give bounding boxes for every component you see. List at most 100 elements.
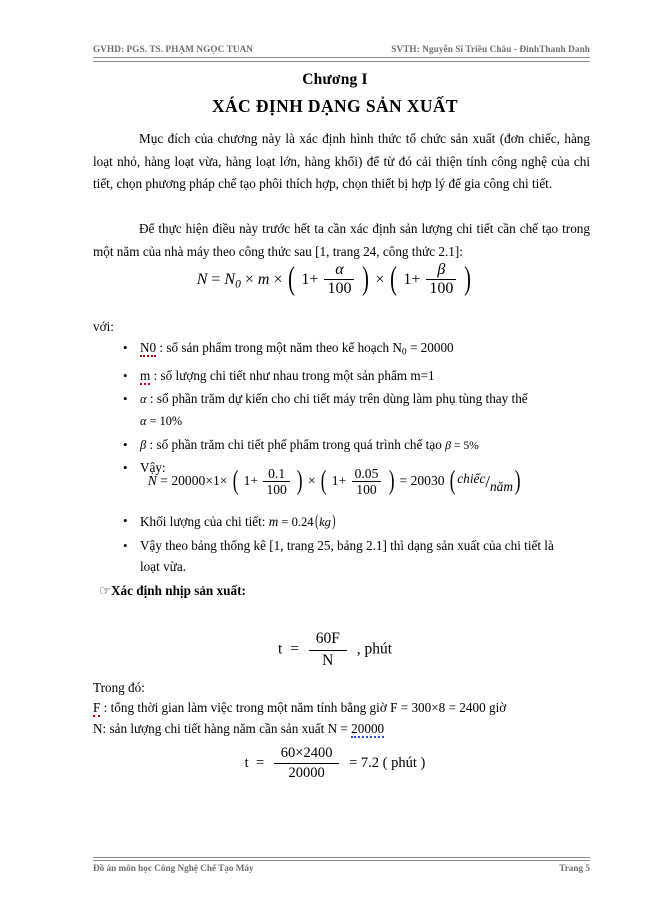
bullet-dot-icon: • [123,390,128,406]
bullet-dot-icon: • [123,513,128,528]
header-left-text: GVHD: PGS. TS. PHẠM NGỌC TUAN [93,44,254,54]
section-heading-label: Xác định nhịp sản xuất: [111,583,246,598]
fraction-alpha: α 100 [324,261,355,298]
bullet-symbol-n0: N0 [140,340,157,357]
document-page: GVHD: PGS. TS. PHẠM NGỌC TUAN SVTH: Nguy… [0,0,670,922]
section-heading-nhip-san-xuat: ☜Xác định nhịp sản xuất: [93,583,246,599]
fraction-takt-denominator: N [308,649,347,671]
numeric-equals: = [160,473,168,489]
fraction-beta-numerator: β [437,261,446,279]
paren-open-5: ( [449,465,456,497]
bullet-conclusion-text: Vậy theo bảng thống kê [1, trang 25, bản… [140,537,554,553]
formula-production-volume: N = N0 × m × ( 1+ α 100 ) × ( 1+ β 100 ) [0,261,670,299]
bullet-dot-icon: • [123,340,128,355]
paren-close-5: ) [514,465,521,497]
paren-open-2: ( [390,261,398,298]
paragraph-purpose-text: Mục đích của chương này là xác định hình… [93,131,590,191]
numeric-lhs: N [147,473,157,489]
variable-definition-list: • N0 : số sản phẩm trong một năm theo kế… [93,337,590,480]
bullet-alpha-value: = 10% [146,414,183,429]
numeric-times-2: × [219,473,228,489]
fraction-alpha-numeric: 0.1 100 [263,465,290,497]
formula-takt-time-numeric: t = 60×2400 20000 = 7.2 ( phút ) [0,745,670,783]
numeric-result-equals: = [399,473,408,489]
paren-open-6: ( [314,511,318,530]
bullet-mass-label: Khối lượng của chi tiết: [140,514,269,529]
paragraph-purpose: Mục đích của chương này là xác định hình… [93,128,590,196]
hand-pointer-icon: ☜ [99,583,111,598]
fraction-beta: β 100 [426,261,457,298]
numeric-result: 20030 [410,473,445,489]
bullet-alpha-desc: : số phần trăm dự kiến cho chi tiết máy … [146,390,528,406]
formula-equals: = [211,271,221,289]
unit-chiec-per-nam: chiếc/năm [457,471,513,494]
paren-close-4: ) [388,465,395,497]
list-item: • α : số phần trăm dự kiến cho chi tiết … [93,388,590,433]
takt-numeric-unit: ( phút ) [382,755,426,772]
bullet-n0-tail: = 20000 [406,340,454,355]
bullet-mass-unit: kg [319,515,331,529]
paren-open-3: ( [232,465,239,497]
bullet-alpha-value-line: α = 10% [140,410,590,433]
paren-close-3: ) [297,465,303,497]
bullet-dot-icon: • [123,537,128,553]
bullet-m-desc: : số lượng chi tiết như nhau trong một s… [150,368,435,384]
fraction-alpha-numeric-num: 0.1 [268,465,286,481]
fraction-takt-numeric-num: 60×2400 [280,745,333,761]
numeric-times-3: × [307,473,316,489]
fraction-beta-numeric-num: 0.05 [354,465,379,481]
result-list: • Khối lượng của chi tiết: m = 0.24(kg) … [93,510,590,579]
footer-page-number: Trang 5 [559,863,590,873]
list-item: • Vậy theo bảng thống kê [1, trang 25, b… [93,535,590,578]
formula-lhs: N [196,271,208,289]
fraction-takt-numerator: 60F [315,630,340,647]
bullet-alpha-symbol-2: α [140,414,147,429]
fraction-takt: 60F N [308,630,347,671]
formula-production-volume-numeric: N = 20000×1× ( 1+ 0.1 100 ) × ( 1+ 0.05 … [0,465,670,498]
list-item: • N0 : số sản phẩm trong một năm theo kế… [93,337,590,364]
list-item: • m : số lượng chi tiết như nhau trong m… [93,365,590,387]
label-voi: với: [93,319,114,334]
page-header: GVHD: PGS. TS. PHẠM NGỌC TUAN SVTH: Nguy… [93,44,590,58]
label-trong-do: Trong đó: [93,680,145,695]
bullet-symbol-m-text: m [140,368,151,384]
footer-rule-bottom [93,860,590,861]
bullet-dot-icon: • [123,436,128,452]
formula-n0-subscript: 0 [235,278,241,291]
paren-open-1: ( [288,261,296,298]
takt-lhs: t [278,640,283,658]
footer-left-text: Đồ án môn học Công Nghệ Chế Tạo Máy [93,863,254,873]
bullet-mass-symbol: m [268,514,279,529]
formula-one-plus-b: 1+ [403,271,421,289]
takt-equals: = [290,640,299,658]
numeric-times-1: × [205,473,213,489]
fraction-beta-numeric: 0.05 100 [351,465,382,497]
bullet-dot-icon: • [123,368,128,384]
definition-N-value-text: 20000 [351,721,385,736]
formula-one-plus-a: 1+ [301,271,319,289]
bullet-beta-value: = 5% [451,438,479,452]
bullet-conclusion-cont: loạt vừa. [140,559,186,574]
header-right-text: SVTH: Nguyễn Sĩ Triều Châu - ĐinhThanh D… [391,44,590,54]
formula-n0: N [224,271,236,289]
definition-N-value: 20000 [351,721,385,738]
formula-times-3: × [375,271,385,289]
paren-close-1: ) [362,261,370,298]
bullet-symbol-alpha: α [140,391,147,406]
takt-numeric-result: = 7.2 [349,755,380,772]
takt-numeric-equals: = [255,755,265,772]
unit-numerator: chiếc [457,471,486,487]
takt-numeric-lhs: t [244,755,249,772]
definition-line-N: N: sản lượng chi tiết hàng năm cần sản x… [93,718,385,739]
footer-rule-top [93,857,590,858]
bullet-symbol-n0-text: N0 [140,340,157,355]
formula-takt-time: t = 60F N , phút [0,630,670,670]
bullet-mass-value: = 0.24 [278,515,314,529]
paren-open-4: ( [320,465,327,497]
paren-close-2: ) [464,261,472,298]
definition-line-F: F : tổng thời gian làm việc trong một nă… [93,697,506,718]
unit-denominator: năm [490,478,513,494]
list-item: • β : số phần trăm chi tiết phế phẩm tro… [93,434,590,457]
paragraph-formula-intro: Để thực hiện điều này trước hết ta cần x… [93,218,590,263]
fraction-beta-denominator: 100 [426,279,457,298]
